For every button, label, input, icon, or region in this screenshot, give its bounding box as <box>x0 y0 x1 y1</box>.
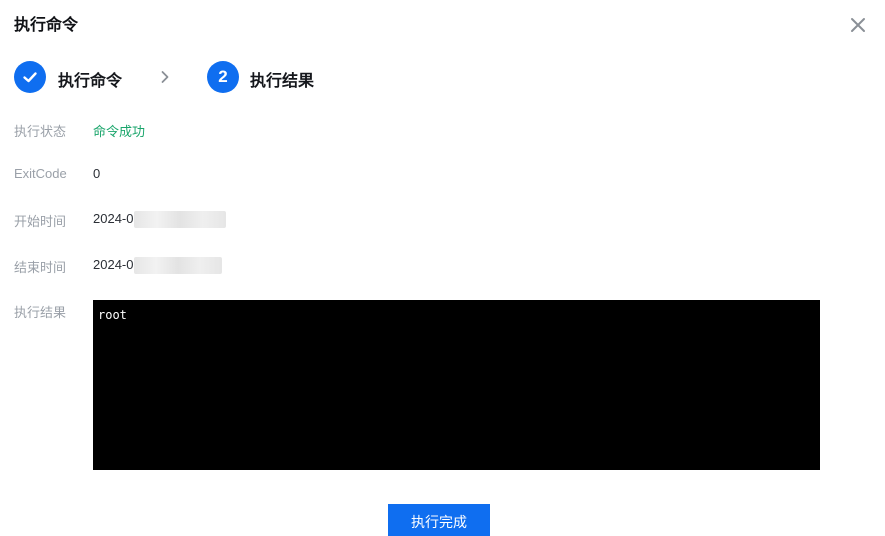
step-1-label: 执行命令 <box>58 73 123 90</box>
exitcode-value: 0 <box>93 166 101 181</box>
step-2-label: 执行结果 <box>250 73 315 90</box>
exitcode-label: ExitCode <box>14 166 67 181</box>
close-icon[interactable] <box>849 16 867 34</box>
start-time-label: 开始时间 <box>14 214 67 229</box>
step-2-indicator: 2 <box>207 61 239 93</box>
done-button[interactable]: 执行完成 <box>388 504 490 536</box>
status-label: 执行状态 <box>14 124 67 139</box>
start-time-value: 2024-0 <box>93 211 227 229</box>
dialog-title: 执行命令 <box>14 17 79 34</box>
check-icon <box>23 72 37 83</box>
step-1-indicator <box>14 61 46 93</box>
redacted-area <box>134 257 223 275</box>
end-time-value: 2024-0 <box>93 257 223 275</box>
result-label: 执行结果 <box>14 305 67 320</box>
end-time-label: 结束时间 <box>14 260 67 275</box>
chevron-right-icon <box>161 71 169 83</box>
redacted-area <box>134 211 227 229</box>
status-value: 命令成功 <box>93 124 146 139</box>
start-time-text: 2024-0 <box>93 211 134 226</box>
result-output[interactable]: root <box>93 300 820 470</box>
end-time-text: 2024-0 <box>93 257 134 272</box>
